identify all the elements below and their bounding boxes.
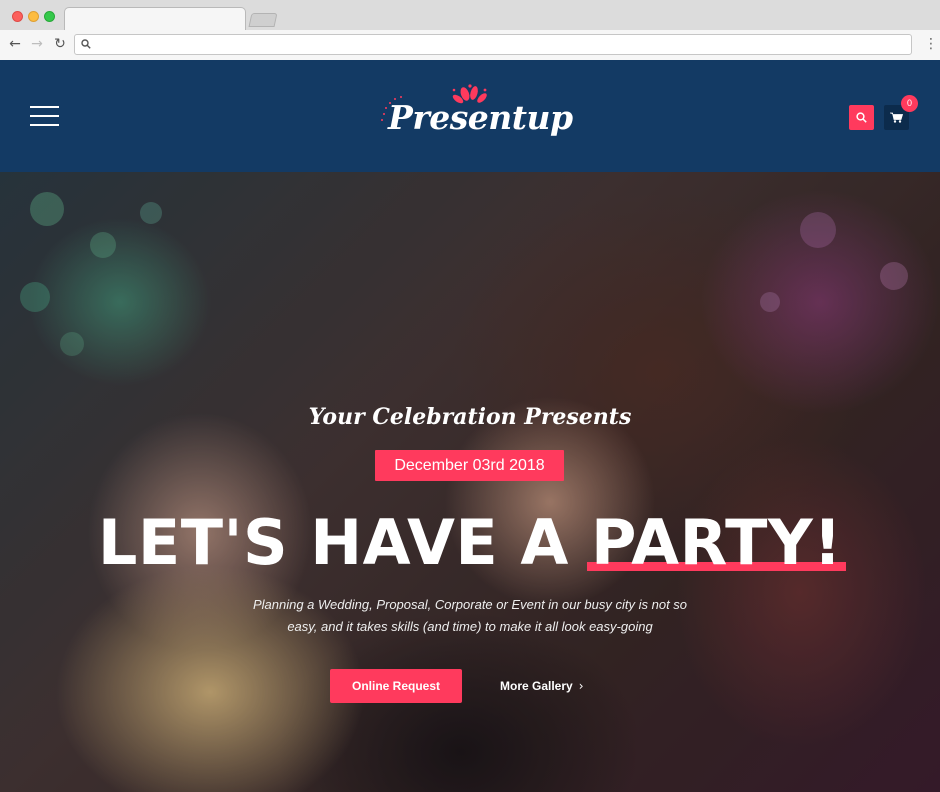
brand-name: Presentup xyxy=(388,98,573,137)
search-icon xyxy=(81,39,91,49)
site-header: Presentup xyxy=(0,60,940,172)
browser-tabbar xyxy=(0,0,940,31)
more-gallery-label: More Gallery xyxy=(500,679,573,693)
back-arrow-icon[interactable]: ← xyxy=(6,35,24,53)
cart-count-badge: 0 xyxy=(901,95,918,112)
online-request-button[interactable]: Online Request xyxy=(330,669,462,703)
site-logo[interactable]: Presentup xyxy=(378,84,573,148)
more-gallery-link[interactable]: More Gallery › xyxy=(500,669,584,703)
new-tab-button[interactable] xyxy=(248,13,278,27)
minimize-window-button[interactable] xyxy=(28,11,39,22)
maximize-window-button[interactable] xyxy=(44,11,55,22)
close-window-button[interactable] xyxy=(12,11,23,22)
headline-highlight-text: PARTY! xyxy=(590,506,843,579)
hero-description: Planning a Wedding, Proposal, Corporate … xyxy=(252,597,688,634)
search-button[interactable] xyxy=(849,105,874,130)
hamburger-menu-icon[interactable] xyxy=(30,106,59,126)
event-date-badge: December 03rd 2018 xyxy=(375,450,564,481)
browser-tab-active[interactable] xyxy=(64,7,246,31)
chevron-right-icon: › xyxy=(578,679,584,693)
hero-headline: LET'S HAVE A PARTY! xyxy=(0,505,940,581)
hero-kicker: Your Celebration Presents xyxy=(308,404,632,430)
reload-icon[interactable]: ↻ xyxy=(51,35,69,53)
forward-arrow-icon[interactable]: → xyxy=(28,35,46,53)
address-bar[interactable] xyxy=(74,34,912,55)
browser-chrome: ← → ↻ ⋮ xyxy=(0,0,940,60)
search-icon xyxy=(856,112,867,123)
headline-prefix: LET'S HAVE A xyxy=(97,506,591,579)
cart-icon xyxy=(890,112,903,123)
browser-toolbar: ← → ↻ ⋮ xyxy=(0,30,940,60)
browser-menu-icon[interactable]: ⋮ xyxy=(924,36,938,54)
headline-highlight: PARTY! xyxy=(586,505,847,581)
hero-section: Your Celebration Presents December 03rd … xyxy=(0,172,940,792)
hero-content: Your Celebration Presents December 03rd … xyxy=(0,172,940,792)
